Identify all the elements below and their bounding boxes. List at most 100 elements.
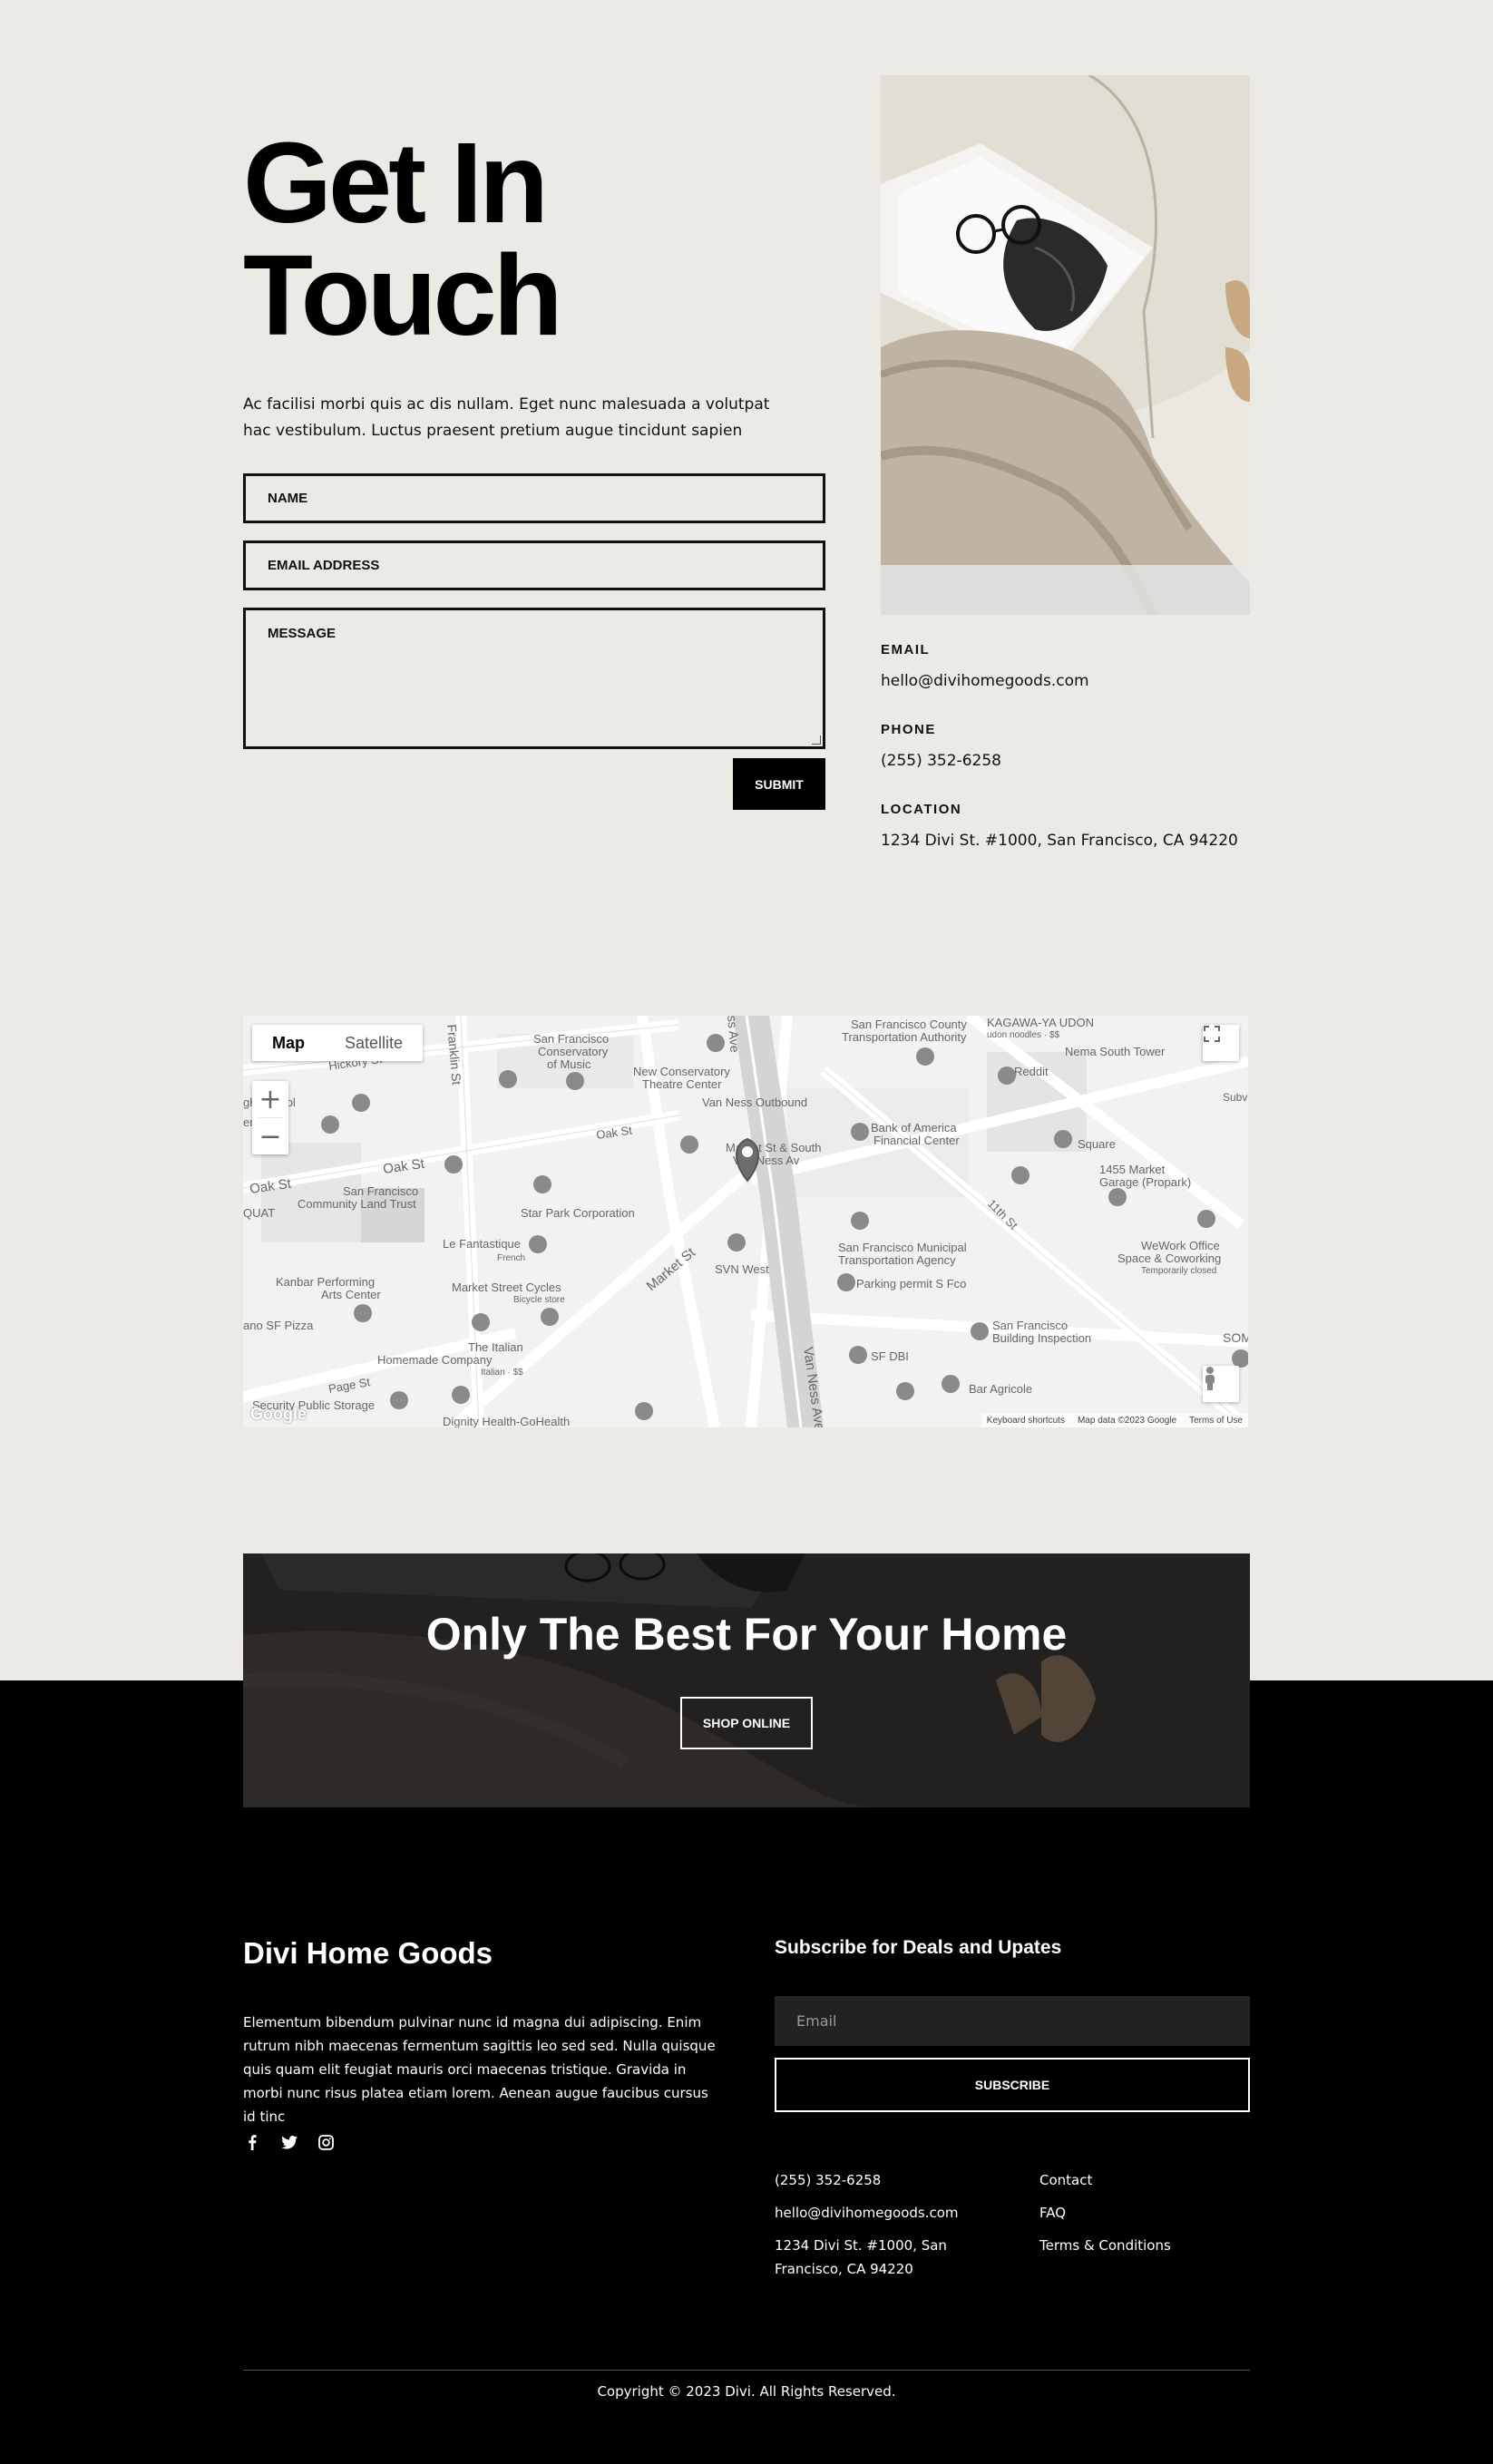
map-type-toggle: Map Satellite	[252, 1025, 424, 1061]
twitter-glyph	[280, 2136, 298, 2149]
svg-text:KAGAWA-YA UDON: KAGAWA-YA UDON	[987, 1016, 1094, 1029]
subscribe-button[interactable]: SUBSCRIBE	[775, 2058, 1250, 2112]
svg-text:Bar Agricole: Bar Agricole	[969, 1382, 1032, 1396]
footer-brand: Divi Home Goods	[243, 1936, 493, 1970]
svg-text:San Francisco: San Francisco	[533, 1032, 609, 1046]
svg-text:Community Land Trust: Community Land Trust	[298, 1197, 416, 1211]
map-attribution: Keyboard shortcuts Map data ©2023 Google…	[981, 1414, 1248, 1427]
subscribe-email-input[interactable]: Email	[775, 1996, 1250, 2046]
svg-text:Financial Center: Financial Center	[873, 1134, 960, 1147]
svg-text:Nema South Tower: Nema South Tower	[1065, 1045, 1166, 1058]
contact-photo	[881, 75, 1250, 615]
site-footer: Divi Home Goods Elementum bibendum pulvi…	[0, 1680, 1493, 2464]
fullscreen-icon	[1204, 1026, 1220, 1042]
svg-text:SF DBI: SF DBI	[871, 1349, 909, 1363]
zoom-in-button[interactable]: +	[252, 1081, 288, 1117]
svg-text:Dignity Health-GoHealth: Dignity Health-GoHealth	[443, 1415, 570, 1427]
svg-text:SOM: SOM	[1223, 1330, 1248, 1345]
instagram-glyph	[318, 2135, 334, 2150]
cta-title: Only The Best For Your Home	[425, 1609, 1068, 1660]
svg-text:Kanbar Performing: Kanbar Performing	[276, 1275, 375, 1289]
page-title: Get In Touch	[243, 126, 563, 353]
email-value[interactable]: hello@divihomegoods.com	[881, 672, 1250, 690]
svg-text:Parking permit S Fco: Parking permit S Fco	[856, 1277, 966, 1290]
title-line-1: Get In	[243, 119, 549, 247]
svg-text:Bicycle store: Bicycle store	[513, 1295, 565, 1305]
svg-text:Conservatory: Conservatory	[538, 1045, 609, 1058]
svg-text:French: French	[497, 1253, 525, 1263]
svg-text:Van Ness Outbound: Van Ness Outbound	[702, 1096, 807, 1109]
info-location: LOCATION 1234 Divi St. #1000, San Franci…	[881, 802, 1250, 850]
svg-text:San Francisco: San Francisco	[992, 1319, 1068, 1332]
message-placeholder: MESSAGE	[268, 626, 337, 641]
map-embed[interactable]: San Francisco Conservatory of Music New …	[243, 1016, 1248, 1427]
contact-page-top: Get In Touch Ac facilisi morbi quis ac d…	[0, 0, 1493, 1807]
resize-handle[interactable]	[812, 735, 821, 745]
info-phone: PHONE (255) 352-6258	[881, 722, 1250, 770]
social-links	[243, 2134, 335, 2151]
facebook-glyph	[248, 2135, 256, 2150]
terms-link[interactable]: Terms of Use	[1189, 1416, 1243, 1426]
svg-text:of Music: of Music	[547, 1057, 591, 1071]
svg-text:Square: Square	[1078, 1137, 1116, 1151]
instagram-icon[interactable]	[317, 2134, 335, 2151]
footer-link-terms[interactable]: Terms & Conditions	[1039, 2234, 1221, 2257]
name-field[interactable]: NAME	[243, 473, 825, 523]
svg-text:Transportation Authority: Transportation Authority	[842, 1030, 967, 1044]
intro-text: Ac facilisi morbi quis ac dis nullam. Eg…	[243, 395, 770, 440]
title-line-2: Touch	[243, 231, 563, 359]
subscribe-email-placeholder: Email	[796, 2012, 837, 2030]
map-data-text: Map data ©2023 Google	[1077, 1416, 1177, 1426]
phone-value[interactable]: (255) 352-6258	[881, 752, 1250, 770]
svg-text:San Francisco Municipal: San Francisco Municipal	[838, 1241, 967, 1254]
copyright-text: Copyright © 2023 Divi. All Rights Reserv…	[597, 2383, 896, 2400]
zoom-control: + −	[252, 1081, 288, 1154]
footer-divider	[243, 2370, 1250, 2371]
svg-text:WeWork Office: WeWork Office	[1141, 1239, 1220, 1252]
svg-text:ano SF Pizza: ano SF Pizza	[243, 1319, 314, 1332]
contact-photo-art	[881, 75, 1250, 615]
svg-text:Building Inspection: Building Inspection	[992, 1331, 1091, 1345]
email-field[interactable]: EMAIL ADDRESS	[243, 541, 825, 590]
map-canvas[interactable]: San Francisco Conservatory of Music New …	[243, 1016, 1248, 1427]
fullscreen-button[interactable]	[1203, 1025, 1239, 1061]
zoom-out-button[interactable]: −	[252, 1118, 288, 1154]
svg-text:1455 Market: 1455 Market	[1099, 1163, 1166, 1176]
footer-about: Elementum bibendum pulvinar nunc id magn…	[243, 2014, 716, 2125]
location-label: LOCATION	[881, 802, 962, 817]
svg-text:The Italian: The Italian	[468, 1340, 523, 1354]
submit-button[interactable]: SUBMIT	[733, 758, 825, 810]
footer-link-contact[interactable]: Contact	[1039, 2168, 1221, 2192]
svg-text:San Francisco: San Francisco	[343, 1184, 418, 1198]
footer-email[interactable]: hello@divihomegoods.com	[775, 2201, 959, 2225]
footer-phone[interactable]: (255) 352-6258	[775, 2168, 956, 2192]
map-type-map[interactable]: Map	[252, 1025, 325, 1061]
email-placeholder: EMAIL ADDRESS	[268, 558, 380, 573]
svg-text:Homemade Company: Homemade Company	[377, 1353, 493, 1367]
svg-text:Space & Coworking: Space & Coworking	[1117, 1251, 1221, 1265]
phone-label: PHONE	[881, 722, 936, 737]
twitter-icon[interactable]	[280, 2134, 298, 2151]
svg-text:Reddit: Reddit	[1014, 1065, 1049, 1078]
location-value: 1234 Divi St. #1000, San Francisco, CA 9…	[881, 832, 1238, 850]
google-logo: Google	[250, 1405, 307, 1423]
svg-text:Subv: Subv	[1223, 1091, 1247, 1104]
map-type-satellite[interactable]: Satellite	[325, 1025, 423, 1061]
keyboard-shortcuts-link[interactable]: Keyboard shortcuts	[987, 1416, 1065, 1426]
footer-link-faq[interactable]: FAQ	[1039, 2201, 1221, 2225]
footer-links-column: Contact FAQ Terms & Conditions	[1039, 2168, 1221, 2266]
svg-text:Transportation Agency: Transportation Agency	[838, 1253, 956, 1267]
svg-text:Star Park Corporation: Star Park Corporation	[521, 1206, 635, 1220]
footer-contact-column: (255) 352-6258 hello@divihomegoods.com 1…	[775, 2168, 959, 2290]
svg-text:Garage (Propark): Garage (Propark)	[1099, 1175, 1191, 1189]
subscribe-title: Subscribe for Deals and Upates	[775, 1937, 1062, 1958]
message-field[interactable]: MESSAGE	[243, 608, 825, 749]
svg-text:Bank of America: Bank of America	[871, 1121, 957, 1135]
street-view-button[interactable]	[1203, 1366, 1239, 1402]
facebook-icon[interactable]	[243, 2134, 260, 2151]
footer-address: 1234 Divi St. #1000, San Francisco, CA 9…	[775, 2237, 947, 2277]
svg-text:Temporarily closed: Temporarily closed	[1141, 1266, 1216, 1276]
name-placeholder: NAME	[268, 491, 308, 506]
svg-text:San Francisco County: San Francisco County	[851, 1018, 967, 1031]
email-label: EMAIL	[881, 642, 931, 657]
